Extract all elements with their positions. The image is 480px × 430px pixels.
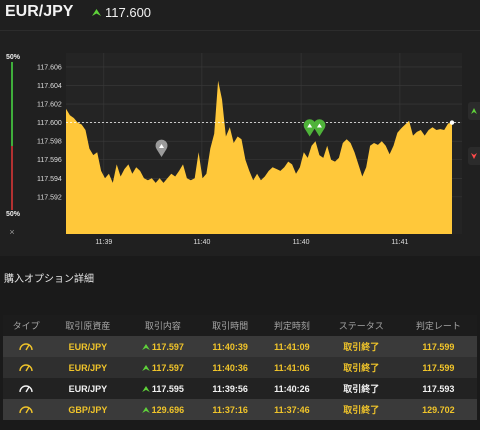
col-time: 取引時間: [199, 315, 261, 336]
up-arrow-icon: [471, 108, 477, 114]
content-cell: 117.597: [126, 336, 200, 357]
status-cell-text: 取引終了: [343, 405, 380, 415]
timer-gauge-icon: [19, 342, 33, 350]
col-judge-rate: 判定レート: [399, 315, 477, 336]
up-arrow-icon: [141, 344, 150, 351]
judge-time-cell: 11:41:09: [261, 336, 323, 357]
col-asset: 取引原資産: [49, 315, 127, 336]
status-cell-text: 取引終了: [343, 384, 380, 394]
asset-cell-text: EUR/JPY: [68, 362, 108, 373]
content-cell-text: 117.597: [151, 341, 184, 352]
timer-gauge-icon: [19, 405, 33, 413]
time-cell: 11:39:56: [199, 378, 261, 399]
judge-time-cell-text: 11:37:46: [274, 404, 310, 415]
up-arrow-icon: [141, 386, 150, 393]
judge-rate-cell-text: 129.702: [422, 404, 455, 415]
timer-gauge-icon: [19, 384, 33, 392]
judge-time-cell-text: 11:40:26: [274, 383, 310, 394]
col-status: ステータス: [322, 315, 400, 336]
down-arrow-icon: [471, 153, 477, 159]
content-cell-text: 117.595: [151, 383, 184, 394]
high-option-tab[interactable]: [468, 102, 480, 120]
asset-cell: EUR/JPY: [49, 336, 127, 357]
y-tick-label: 117.598: [37, 139, 62, 146]
y-tick-label: 117.592: [37, 194, 62, 201]
judge-rate-cell: 117.599: [399, 357, 477, 378]
table-row[interactable]: EUR/JPY 117.597 11:40:36 11:41:06 取引終了 117.59…: [3, 357, 477, 378]
y-tick-label: 117.604: [37, 83, 62, 90]
asset-cell-text: EUR/JPY: [68, 341, 108, 352]
x-axis-ticks: 11:39 11:40 11:40 11:41: [95, 239, 408, 246]
table-row[interactable]: EUR/JPY 117.595 11:39:56 11:40:26 取引終了 117.59…: [3, 378, 477, 399]
time-cell-text: 11:37:16: [212, 404, 248, 415]
table-row[interactable]: GBP/JPY 129.696 11:37:16 11:37:46 取引終了 129.70…: [3, 399, 477, 420]
up-arrow-icon: [141, 407, 150, 414]
status-cell: 取引終了: [322, 399, 400, 420]
col-content: 取引内容: [126, 315, 200, 336]
content-cell-text: 117.597: [151, 362, 184, 373]
judge-time-cell-text: 11:41:09: [274, 341, 310, 352]
judge-time-cell: 11:41:06: [261, 357, 323, 378]
col-type: タイプ: [3, 315, 50, 336]
content-cell: 129.696: [126, 399, 200, 420]
status-cell: 取引終了: [322, 336, 400, 357]
judge-rate-cell-text: 117.599: [422, 362, 455, 373]
judge-time-cell: 11:37:46: [261, 399, 323, 420]
asset-cell: GBP/JPY: [49, 399, 127, 420]
price-chart: 117.606 117.604 117.602 117.600 117.598 117.5…: [37, 53, 462, 246]
x-tick-label: 11:39: [95, 239, 112, 246]
status-cell-text: 取引終了: [343, 363, 380, 373]
type-cell: [3, 399, 50, 420]
judge-rate-cell-text: 117.593: [422, 383, 455, 394]
status-cell-text: 取引終了: [343, 342, 380, 352]
asset-cell-text: EUR/JPY: [68, 383, 108, 394]
options-table: タイプ 取引原資産 取引内容 取引時間 判定時刻 ステータス 判定レート EUR…: [3, 315, 477, 420]
y-tick-label: 117.596: [37, 157, 62, 164]
table-header-row: タイプ 取引原資産 取引内容 取引時間 判定時刻 ステータス 判定レート: [3, 315, 477, 336]
x-tick-label: 11:40: [193, 239, 210, 246]
col-judge-time: 判定時刻: [261, 315, 323, 336]
asset-cell: EUR/JPY: [49, 378, 127, 399]
type-cell: [3, 378, 50, 399]
y-tick-label: 117.602: [37, 102, 62, 109]
current-rate-dot: [449, 120, 455, 125]
judge-rate-cell: 117.599: [399, 336, 477, 357]
status-cell: 取引終了: [322, 378, 400, 399]
x-tick-label: 11:40: [293, 239, 310, 246]
time-cell-text: 11:40:39: [212, 341, 248, 352]
timer-gauge-icon: [19, 363, 33, 371]
time-cell-text: 11:40:36: [212, 362, 248, 373]
y-axis-ticks: 117.606 117.604 117.602 117.600 117.598 117.5…: [37, 64, 62, 201]
content-cell: 117.597: [126, 357, 200, 378]
judge-rate-cell: 129.702: [399, 399, 477, 420]
status-cell: 取引終了: [322, 357, 400, 378]
judge-rate-cell-text: 117.599: [422, 341, 455, 352]
time-cell-text: 11:39:56: [212, 383, 248, 394]
y-tick-label: 117.594: [37, 176, 62, 183]
section-title: 購入オプション詳細: [4, 274, 94, 285]
type-cell: [3, 336, 50, 357]
y-tick-label: 117.606: [37, 64, 62, 71]
low-option-tab[interactable]: [468, 147, 480, 165]
judge-rate-cell: 117.593: [399, 378, 477, 399]
up-arrow-icon: [141, 365, 150, 372]
y-tick-label: 117.600: [37, 120, 62, 127]
content-cell-text: 129.696: [151, 404, 185, 415]
x-tick-label: 11:41: [391, 239, 408, 246]
asset-cell-text: GBP/JPY: [68, 404, 108, 415]
asset-cell: EUR/JPY: [49, 357, 127, 378]
time-cell: 11:40:39: [199, 336, 261, 357]
content-cell: 117.595: [126, 378, 200, 399]
table-row[interactable]: EUR/JPY 117.597 11:40:39 11:41:09 取引終了 117.59…: [3, 336, 477, 357]
judge-time-cell: 11:40:26: [261, 378, 323, 399]
time-cell: 11:37:16: [199, 399, 261, 420]
time-cell: 11:40:36: [199, 357, 261, 378]
type-cell: [3, 357, 50, 378]
judge-time-cell-text: 11:41:06: [274, 362, 310, 373]
